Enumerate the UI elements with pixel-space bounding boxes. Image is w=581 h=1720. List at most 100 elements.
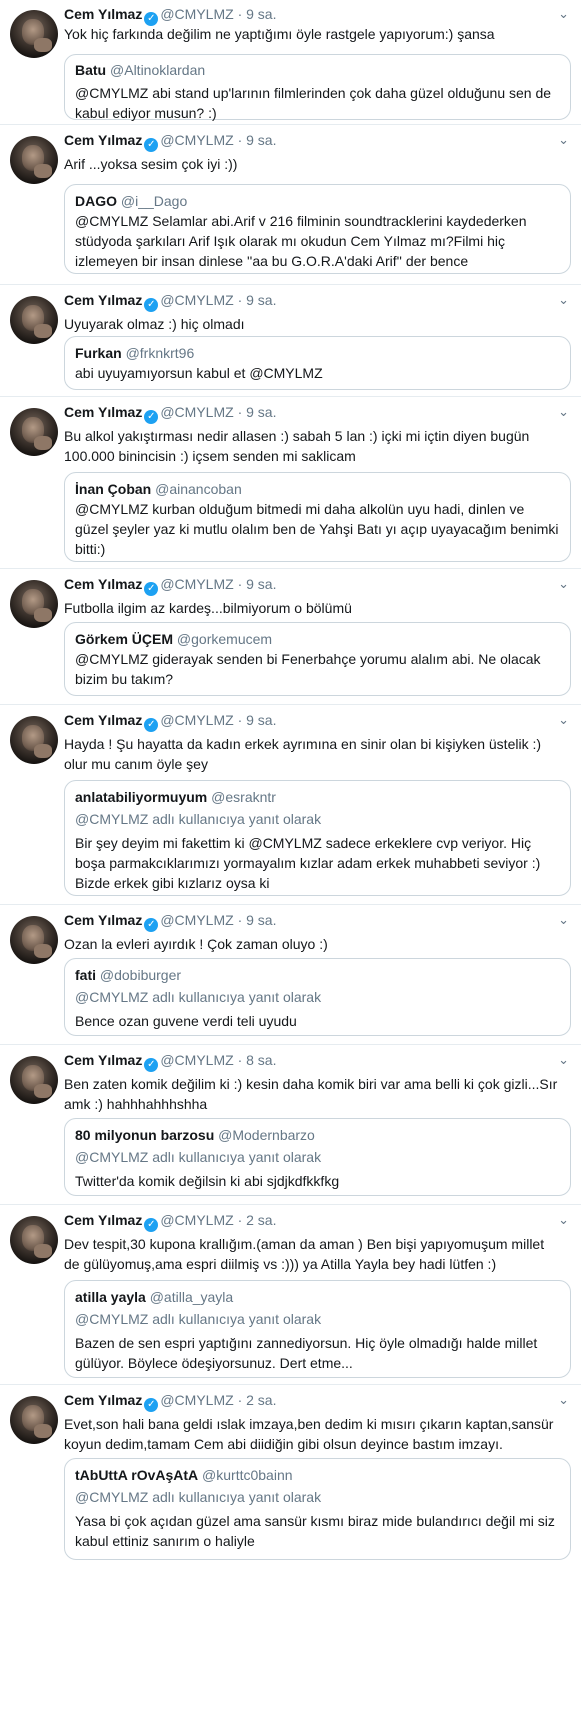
quoted-author-name: 80 milyonun barzosu [75,1127,215,1143]
quoted-text: @CMYLMZ kurban olduğum bitmedi mi daha a… [75,501,559,557]
author-handle[interactable]: @CMYLMZ [160,404,233,420]
quoted-text: Yasa bi çok açıdan güzel ama sansür kısm… [75,1513,555,1549]
avatar[interactable] [10,716,58,764]
verified-badge-icon: ✓ [144,582,159,596]
tweet-header: Cem Yılmaz ✓ @CMYLMZ · 9 sa. [64,404,276,424]
tweet[interactable]: Cem Yılmaz ✓ @CMYLMZ · 9 sa. ⌄ Yok hiç far… [0,0,581,125]
tweet-text: Evet,son hali bana geldi ıslak imzaya,be… [64,1416,554,1452]
quoted-tweet[interactable]: İnan Çoban @ainancoban @CMYLMZ kurban ol… [64,472,571,562]
author-handle[interactable]: @CMYLMZ [160,576,233,592]
tweet-text: Hayda ! Şu hayatta da kadın erkek ayrımı… [64,736,542,772]
author-handle[interactable]: @CMYLMZ [160,712,233,728]
tweet[interactable]: Cem Yılmaz ✓ @CMYLMZ · 2 sa. ⌄ Evet,son ha… [0,1384,581,1720]
quoted-tweet[interactable]: atilla yayla @atilla_yayla @CMYLMZ adlı … [64,1280,571,1378]
quoted-tweet[interactable]: 80 milyonun barzosu @Modernbarzo @CMYLMZ… [64,1118,571,1196]
quoted-tweet[interactable]: DAGO @i__Dago @CMYLMZ Selamlar abi.Arif … [64,184,571,274]
tweet[interactable]: Cem Yılmaz ✓ @CMYLMZ · 9 sa. ⌄ Ozan la evl… [0,904,581,1045]
tweet-header: Cem Yılmaz ✓ @CMYLMZ · 9 sa. [64,6,276,26]
quoted-tweet[interactable]: Furkan @frknkrt96 abi uyuyamıyorsun kabu… [64,336,571,390]
timestamp[interactable]: 2 sa. [246,1392,276,1408]
tweet[interactable]: Cem Yılmaz ✓ @CMYLMZ · 2 sa. ⌄ Dev tespit,… [0,1204,581,1385]
quoted-text: @CMYLMZ abi stand up'larının filmlerinde… [75,85,552,121]
tweet[interactable]: Cem Yılmaz ✓ @CMYLMZ · 9 sa. ⌄ Arif ...yok… [0,124,581,285]
author-name[interactable]: Cem Yılmaz [64,404,142,420]
chevron-down-icon[interactable]: ⌄ [558,576,569,592]
quoted-tweet[interactable]: tAbUttA rOvAşAtA @kurttc0bainn @CMYLMZ a… [64,1458,571,1560]
avatar[interactable] [10,1056,58,1104]
quoted-author-handle: @Altinoklardan [110,62,206,78]
avatar[interactable] [10,1396,58,1444]
author-handle[interactable]: @CMYLMZ [160,1212,233,1228]
avatar[interactable] [10,580,58,628]
chevron-down-icon[interactable]: ⌄ [558,292,569,308]
author-name[interactable]: Cem Yılmaz [64,912,142,928]
quoted-author-name: İnan Çoban [75,481,152,497]
tweet-text: Ben zaten komik değilim ki :) kesin daha… [64,1076,558,1112]
verified-badge-icon: ✓ [144,138,159,152]
verified-badge-icon: ✓ [144,298,159,312]
author-name[interactable]: Cem Yılmaz [64,712,142,728]
author-handle[interactable]: @CMYLMZ [160,132,233,148]
quoted-author-name: DAGO [75,193,117,209]
author-handle[interactable]: @CMYLMZ [160,1052,233,1068]
chevron-down-icon[interactable]: ⌄ [558,1392,569,1408]
separator-dot: · [237,1212,243,1228]
tweet[interactable]: Cem Yılmaz ✓ @CMYLMZ · 9 sa. ⌄ Hayda ! Şu … [0,704,581,905]
quoted-author-name: fati [75,967,96,983]
chevron-down-icon[interactable]: ⌄ [558,132,569,148]
timestamp[interactable]: 9 sa. [246,6,276,22]
avatar[interactable] [10,1216,58,1264]
tweet-header: Cem Yılmaz ✓ @CMYLMZ · 9 sa. [64,132,276,152]
author-name[interactable]: Cem Yılmaz [64,1052,142,1068]
quoted-header: fati @dobiburger [75,967,181,983]
author-name[interactable]: Cem Yılmaz [64,132,142,148]
timestamp[interactable]: 9 sa. [246,132,276,148]
author-handle[interactable]: @CMYLMZ [160,1392,233,1408]
timestamp[interactable]: 2 sa. [246,1212,276,1228]
tweet-header: Cem Yılmaz ✓ @CMYLMZ · 9 sa. [64,292,276,312]
author-name[interactable]: Cem Yılmaz [64,576,142,592]
quoted-author-handle: @gorkemucem [176,631,273,647]
chevron-down-icon[interactable]: ⌄ [558,712,569,728]
timestamp[interactable]: 9 sa. [246,912,276,928]
timestamp[interactable]: 9 sa. [246,576,276,592]
author-handle[interactable]: @CMYLMZ [160,292,233,308]
chevron-down-icon[interactable]: ⌄ [558,1052,569,1068]
timestamp[interactable]: 9 sa. [246,292,276,308]
timestamp[interactable]: 9 sa. [246,404,276,420]
chevron-down-icon[interactable]: ⌄ [558,912,569,928]
quoted-text: Bence ozan guvene verdi teli uyudu [75,1013,297,1029]
tweet[interactable]: Cem Yılmaz ✓ @CMYLMZ · 8 sa. ⌄ Ben zaten k… [0,1044,581,1205]
avatar[interactable] [10,408,58,456]
tweet-text: Dev tespit,30 kupona krallığım.(aman da … [64,1236,545,1272]
author-handle[interactable]: @CMYLMZ [160,6,233,22]
chevron-down-icon[interactable]: ⌄ [558,6,569,22]
author-name[interactable]: Cem Yılmaz [64,292,142,308]
separator-dot: · [237,576,243,592]
tweet-header: Cem Yılmaz ✓ @CMYLMZ · 9 sa. [64,576,276,596]
quoted-tweet[interactable]: anlatabiliyormuyum @esrakntr @CMYLMZ adl… [64,780,571,896]
separator-dot: · [237,1052,243,1068]
author-name[interactable]: Cem Yılmaz [64,6,142,22]
verified-badge-icon: ✓ [144,1058,159,1072]
author-name[interactable]: Cem Yılmaz [64,1212,142,1228]
tweet-text: Yok hiç farkında değilim ne yaptığımı öy… [64,26,495,42]
chevron-down-icon[interactable]: ⌄ [558,404,569,420]
author-name[interactable]: Cem Yılmaz [64,1392,142,1408]
reply-context: @CMYLMZ adlı kullanıcıya yanıt olarak [75,811,322,827]
author-handle[interactable]: @CMYLMZ [160,912,233,928]
tweet[interactable]: Cem Yılmaz ✓ @CMYLMZ · 9 sa. ⌄ Bu alkol ya… [0,396,581,569]
avatar[interactable] [10,136,58,184]
quoted-tweet[interactable]: fati @dobiburger @CMYLMZ adlı kullanıcıy… [64,958,571,1036]
quoted-tweet[interactable]: Batu @Altinoklardan @CMYLMZ abi stand up… [64,54,571,121]
timestamp[interactable]: 8 sa. [246,1052,276,1068]
avatar[interactable] [10,296,58,344]
avatar[interactable] [10,10,58,58]
tweet[interactable]: Cem Yılmaz ✓ @CMYLMZ · 9 sa. ⌄ Futbolla il… [0,568,581,705]
quoted-tweet[interactable]: Görkem ÜÇEM @gorkemucem @CMYLMZ gideraya… [64,622,571,696]
timestamp[interactable]: 9 sa. [246,712,276,728]
tweet[interactable]: Cem Yılmaz ✓ @CMYLMZ · 9 sa. ⌄ Uyuyarak ol… [0,284,581,397]
chevron-down-icon[interactable]: ⌄ [558,1212,569,1228]
quoted-header: Batu @Altinoklardan [75,62,205,78]
avatar[interactable] [10,916,58,964]
